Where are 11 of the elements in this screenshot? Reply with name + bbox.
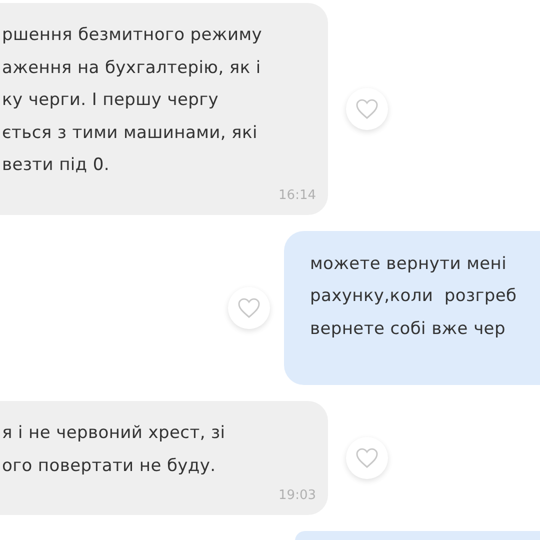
like-button[interactable] xyxy=(228,286,270,329)
message-time: 19:03 xyxy=(278,488,316,503)
like-button[interactable] xyxy=(346,437,388,479)
heart-icon xyxy=(355,447,379,469)
heart-icon xyxy=(355,98,379,120)
message-text: я і не червоний хрест, зі ого повертати не буду. xyxy=(2,422,226,478)
message-text: можете вернути мені рахунку,коли розгреб вернете собі вже чер xyxy=(310,252,518,340)
message-text: ршення безмитного режиму аження на бухгалтерію, як і ку черги. І першу чергу ється з тими машинами, які везти під 0. xyxy=(2,24,263,177)
heart-icon xyxy=(237,296,261,319)
like-button[interactable] xyxy=(346,88,388,130)
message-time: 16:14 xyxy=(278,188,316,202)
